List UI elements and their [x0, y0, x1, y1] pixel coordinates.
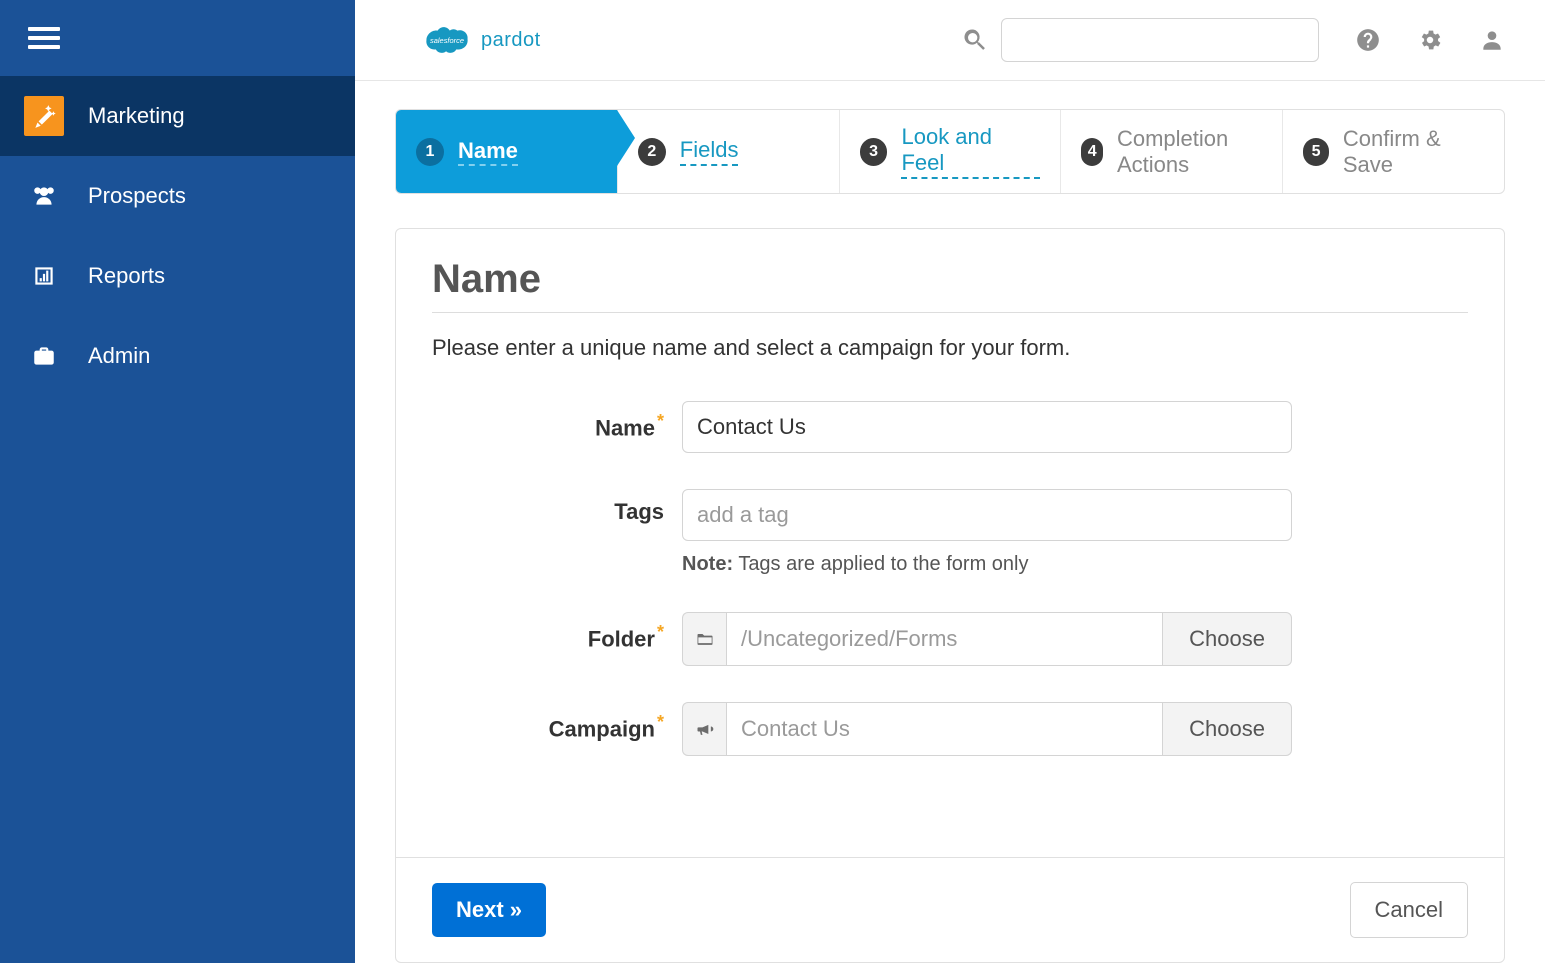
chart-icon: [24, 256, 64, 296]
name-input[interactable]: [682, 401, 1292, 453]
step-label: Completion Actions: [1117, 126, 1262, 178]
step-number: 2: [638, 138, 666, 166]
salesforce-cloud-icon: salesforce: [419, 21, 475, 59]
field-label: Tags: [432, 489, 682, 525]
step-label: Fields: [680, 137, 739, 166]
sidebar-item-prospects[interactable]: Prospects: [0, 156, 355, 236]
step-number: 5: [1303, 138, 1329, 166]
campaign-choose-button[interactable]: Choose: [1162, 702, 1292, 756]
step-number: 3: [860, 138, 888, 166]
help-icon[interactable]: [1355, 27, 1381, 53]
wizard-step-confirm-save[interactable]: 5 Confirm & Save: [1282, 110, 1504, 193]
megaphone-icon: [682, 702, 726, 756]
folder-icon: [682, 612, 726, 666]
svg-text:salesforce: salesforce: [430, 36, 464, 45]
tags-note: Note: Tags are applied to the form only: [682, 553, 1292, 576]
user-icon[interactable]: [1479, 27, 1505, 53]
cancel-button[interactable]: Cancel: [1350, 882, 1468, 938]
field-row-folder: Folder* Choose: [432, 612, 1468, 666]
wand-icon: [24, 96, 64, 136]
sidebar-item-reports[interactable]: Reports: [0, 236, 355, 316]
campaign-input: [726, 702, 1162, 756]
sidebar-item-label: Prospects: [88, 183, 186, 209]
sidebar-item-label: Admin: [88, 343, 150, 369]
form-panel: Name Please enter a unique name and sele…: [395, 228, 1505, 963]
search-icon[interactable]: [961, 26, 989, 54]
step-label: Name: [458, 138, 518, 166]
step-label: Look and Feel: [901, 124, 1040, 179]
step-number: 4: [1081, 138, 1103, 166]
field-row-campaign: Campaign* Choose: [432, 702, 1468, 756]
wizard-step-look-and-feel[interactable]: 3 Look and Feel: [839, 110, 1061, 193]
step-label: Confirm & Save: [1343, 126, 1484, 178]
field-label: Name*: [432, 401, 682, 441]
panel-footer: Next » Cancel: [396, 857, 1504, 962]
field-label: Campaign*: [432, 702, 682, 742]
wizard-steps: 1 Name 2 Fields 3 Look and Feel 4 Comple…: [395, 109, 1505, 194]
field-row-tags: Tags Note: Tags are applied to the form …: [432, 489, 1468, 576]
folder-input: [726, 612, 1162, 666]
gear-icon[interactable]: [1417, 27, 1443, 53]
people-icon: [24, 176, 64, 216]
search-input[interactable]: [1001, 18, 1319, 62]
sidebar: Marketing Prospects Reports Admin: [0, 0, 355, 963]
panel-description: Please enter a unique name and select a …: [432, 335, 1468, 361]
tags-input[interactable]: [682, 489, 1292, 541]
next-button[interactable]: Next »: [432, 883, 546, 937]
topbar: salesforce pardot: [355, 0, 1545, 81]
briefcase-icon: [24, 336, 64, 376]
step-number: 1: [416, 138, 444, 166]
folder-choose-button[interactable]: Choose: [1162, 612, 1292, 666]
sidebar-item-admin[interactable]: Admin: [0, 316, 355, 396]
field-label: Folder*: [432, 612, 682, 652]
menu-toggle[interactable]: [0, 0, 355, 76]
sidebar-item-label: Marketing: [88, 103, 185, 129]
field-row-name: Name*: [432, 401, 1468, 453]
panel-title: Name: [432, 257, 1468, 313]
wizard-step-fields[interactable]: 2 Fields: [617, 110, 839, 193]
sidebar-item-label: Reports: [88, 263, 165, 289]
sidebar-item-marketing[interactable]: Marketing: [0, 76, 355, 156]
logo[interactable]: salesforce pardot: [419, 21, 541, 59]
wizard-step-completion-actions[interactable]: 4 Completion Actions: [1060, 110, 1282, 193]
wizard-step-name[interactable]: 1 Name: [396, 110, 617, 193]
product-name: pardot: [481, 29, 541, 52]
main-content: salesforce pardot 1 Name 2: [355, 0, 1545, 963]
